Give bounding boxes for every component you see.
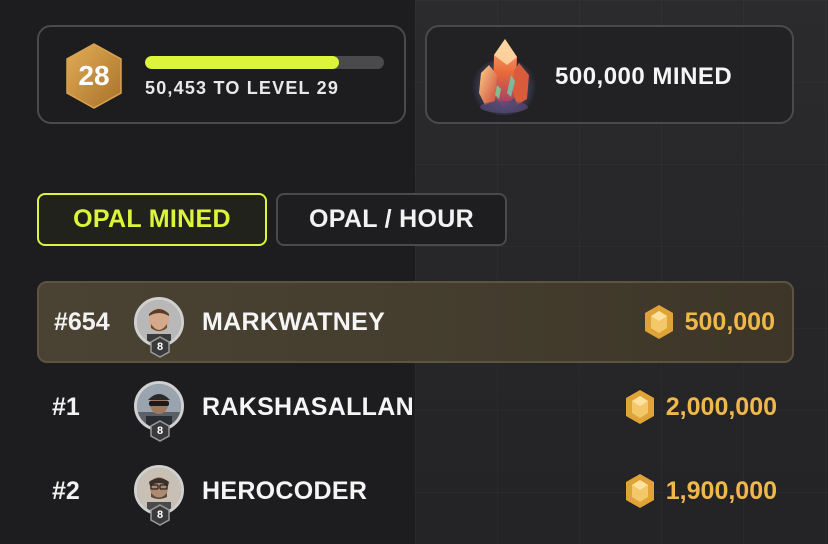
opal-crystal-icon [467, 35, 542, 117]
tab-opal-hour[interactable]: OPAL / HOUR [276, 193, 507, 246]
score-value: 500,000 [684, 307, 775, 336]
avatar-level-badge: 8 [150, 336, 170, 358]
rank-label: #2 [52, 476, 80, 505]
mined-card: 500,000 MINED [425, 25, 794, 124]
rank-label: #1 [52, 392, 80, 421]
avatar-level-badge: 8 [150, 420, 170, 442]
level-card: 28 50,453 TO LEVEL 29 [37, 25, 406, 124]
score-value: 1,900,000 [665, 476, 777, 505]
opal-coin-icon [624, 389, 656, 425]
xp-progress-bar [145, 56, 384, 69]
level-number: 28 [78, 60, 110, 91]
opal-coin-icon [624, 473, 656, 509]
xp-progress-text: 50,453 TO LEVEL 29 [145, 78, 340, 98]
score: 500,000 [643, 304, 775, 340]
leaderboard-row[interactable]: #2 8 HEROCODER 1,900,000 [37, 450, 794, 532]
xp-progress-fill [145, 56, 339, 69]
score: 2,000,000 [624, 389, 777, 425]
leaderboard-row[interactable]: #1 8 RAKSHASALLAN 2,000,000 [37, 366, 794, 448]
leaderboard-row-current-user[interactable]: #654 8 MARKWATNEY 500,000 [37, 281, 794, 363]
total-mined-text: 500,000 MINED [555, 63, 733, 90]
opal-coin-icon [643, 304, 675, 340]
tab-opal-mined[interactable]: OPAL MINED [37, 193, 267, 246]
score: 1,900,000 [624, 473, 777, 509]
username: RAKSHASALLAN [202, 392, 414, 421]
score-value: 2,000,000 [665, 392, 777, 421]
username: MARKWATNEY [202, 307, 386, 336]
username: HEROCODER [202, 476, 368, 505]
rank-label: #654 [54, 307, 110, 336]
avatar-level-badge: 8 [150, 504, 170, 526]
level-hexagon-icon: 28 [64, 42, 124, 110]
